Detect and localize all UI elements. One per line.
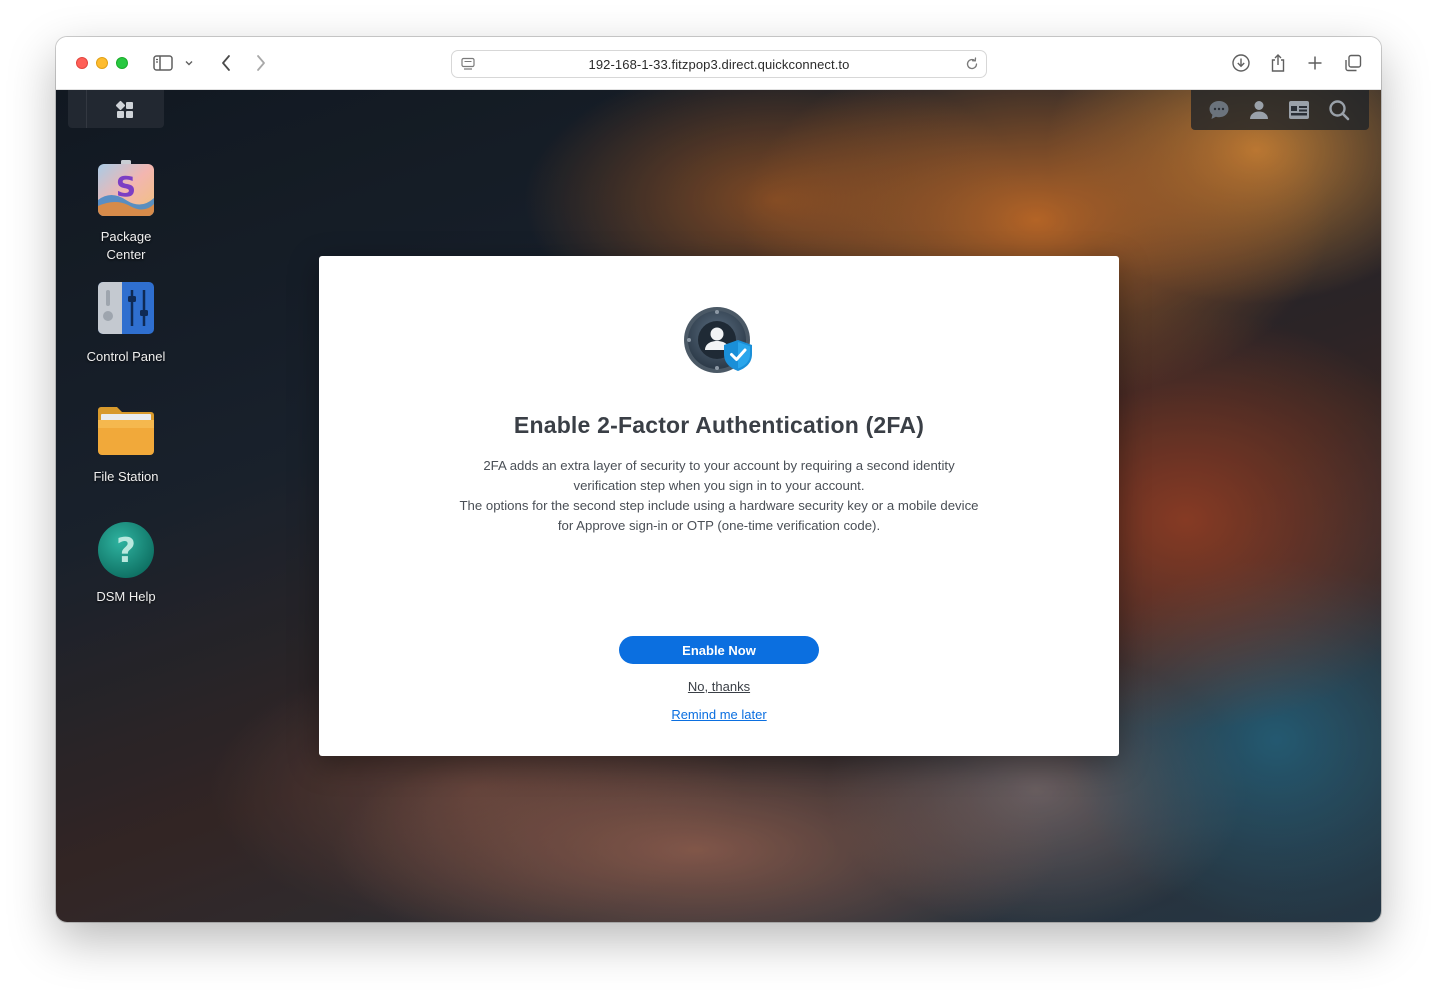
minimize-window-button[interactable]	[96, 57, 108, 69]
help-icon: ?	[96, 520, 156, 580]
svg-text:S: S	[116, 170, 136, 203]
control-panel-icon	[96, 280, 156, 340]
enable-2fa-dialog: Enable 2-Factor Authentication (2FA) 2FA…	[319, 256, 1119, 756]
share-icon[interactable]	[1267, 52, 1289, 74]
widgets-icon[interactable]	[1287, 98, 1311, 122]
dsm-desktop: S Package Center Control Panel File Stat…	[56, 90, 1381, 922]
main-menu-grid-icon	[115, 100, 135, 120]
user-icon[interactable]	[1247, 98, 1271, 122]
desktop-icon-label: File Station	[93, 469, 159, 484]
reload-icon[interactable]	[964, 56, 980, 72]
desktop-icon-package-center[interactable]: S Package Center	[70, 160, 182, 264]
desktop-icon-label: Package Center	[100, 229, 152, 262]
new-tab-icon[interactable]	[1304, 52, 1326, 74]
main-menu-button[interactable]	[68, 90, 164, 128]
remind-me-later-link[interactable]: Remind me later	[319, 707, 1119, 722]
zoom-window-button[interactable]	[116, 57, 128, 69]
desktop-icon-label: DSM Help	[96, 589, 156, 604]
download-icon[interactable]	[1230, 52, 1252, 74]
browser-toolbar: 192-168-1-33.fitzpop3.direct.quickconnec…	[56, 37, 1381, 90]
chevron-down-icon[interactable]	[182, 52, 196, 74]
taskbar-tray	[1191, 90, 1369, 130]
no-thanks-link[interactable]: No, thanks	[319, 679, 1119, 694]
desktop-icon-control-panel[interactable]: Control Panel	[70, 280, 182, 366]
package-center-icon: S	[96, 160, 156, 220]
svg-text:?: ?	[116, 531, 136, 571]
description-line: 2FA adds an extra layer of security to y…	[483, 458, 955, 473]
dialog-title: Enable 2-Factor Authentication (2FA)	[513, 412, 925, 438]
url-text: 192-168-1-33.fitzpop3.direct.quickconnec…	[588, 57, 850, 72]
search-icon[interactable]	[1327, 98, 1351, 122]
description-line: The options for the second step include …	[459, 498, 979, 513]
sidebar-icon[interactable]	[152, 52, 174, 74]
description-line: for Approve sign-in or OTP (one-time ver…	[557, 518, 881, 533]
back-icon[interactable]	[215, 52, 237, 74]
security-shield-icon	[683, 306, 755, 378]
desktop-icon-dsm-help[interactable]: ? DSM Help	[70, 520, 182, 606]
folder-icon	[96, 400, 156, 460]
chat-icon[interactable]	[1207, 98, 1231, 122]
tab-overview-icon[interactable]	[1342, 52, 1364, 74]
desktop-icon-file-station[interactable]: File Station	[70, 400, 182, 486]
dialog-description: 2FA adds an extra layer of security to y…	[379, 456, 1059, 536]
close-window-button[interactable]	[76, 57, 88, 69]
enable-now-button[interactable]: Enable Now	[619, 636, 819, 664]
address-bar[interactable]: 192-168-1-33.fitzpop3.direct.quickconnec…	[451, 50, 987, 78]
browser-window: 192-168-1-33.fitzpop3.direct.quickconnec…	[56, 37, 1381, 922]
desktop-icon-label: Control Panel	[86, 349, 166, 364]
description-line: verification step when you sign in to yo…	[573, 478, 865, 493]
forward-icon[interactable]	[250, 52, 272, 74]
